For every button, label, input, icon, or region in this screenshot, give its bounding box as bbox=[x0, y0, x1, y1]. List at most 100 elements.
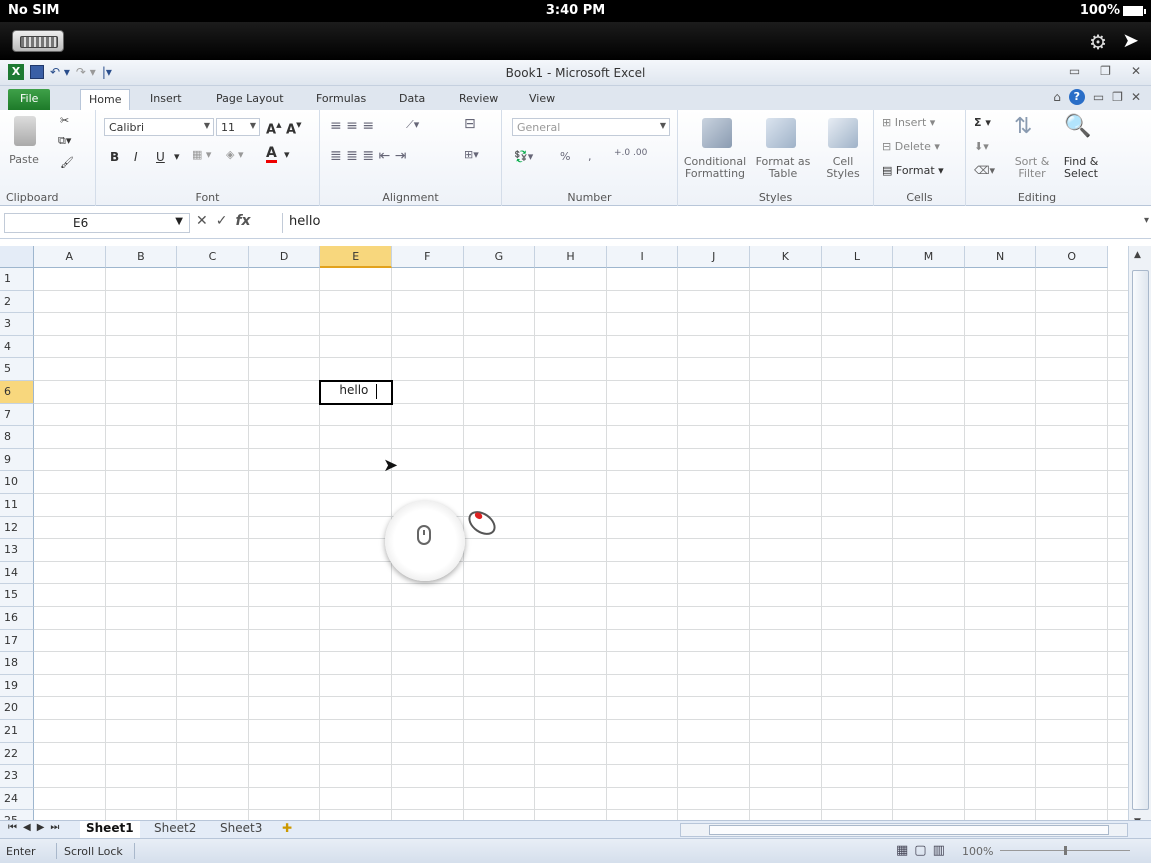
column-header-f[interactable]: F bbox=[392, 246, 464, 268]
tab-file[interactable]: File bbox=[8, 89, 51, 110]
zoom-level[interactable]: 100% bbox=[962, 845, 993, 858]
zoom-slider-knob[interactable] bbox=[1064, 846, 1067, 855]
new-sheet-icon[interactable]: ✚ bbox=[276, 821, 298, 838]
row-header-8[interactable]: 8 bbox=[0, 426, 34, 449]
tab-home[interactable]: Home bbox=[80, 89, 131, 110]
column-header-a[interactable]: A bbox=[34, 246, 106, 268]
borders-icon[interactable]: ▦ ▾ bbox=[192, 148, 211, 161]
confirm-entry-icon[interactable]: ✓ bbox=[216, 213, 228, 229]
align-left-icon[interactable]: ≣ ≣ ≣ ⇤ ⇥ bbox=[330, 148, 406, 164]
scroll-up-icon[interactable]: ▲ bbox=[1134, 250, 1141, 260]
cut-icon[interactable]: ✂ bbox=[60, 114, 69, 127]
horizontal-scrollbar[interactable] bbox=[680, 823, 1128, 837]
vertical-scrollbar[interactable]: ▲ ▼ bbox=[1128, 246, 1151, 831]
conditional-formatting-icon[interactable] bbox=[702, 118, 732, 148]
doc-minimize-icon[interactable]: ▭ bbox=[1093, 90, 1104, 104]
comma-button[interactable]: , bbox=[588, 150, 592, 163]
help-icon[interactable]: ? bbox=[1068, 89, 1085, 105]
wrap-text-icon[interactable]: ⊟ bbox=[464, 116, 476, 132]
row-header-13[interactable]: 13 bbox=[0, 539, 34, 562]
row-header-4[interactable]: 4 bbox=[0, 335, 34, 359]
row-header-18[interactable]: 18 bbox=[0, 652, 34, 675]
settings-gear-icon[interactable]: ⚙ bbox=[1089, 30, 1107, 54]
column-header-i[interactable]: I bbox=[606, 246, 679, 268]
row-header-7[interactable]: 7 bbox=[0, 403, 34, 427]
doc-close-icon[interactable]: ✕ bbox=[1131, 90, 1141, 104]
row-header-17[interactable]: 17 bbox=[0, 629, 34, 653]
column-header-g[interactable]: G bbox=[463, 246, 536, 268]
row-header-15[interactable]: 15 bbox=[0, 584, 34, 607]
column-header-h[interactable]: H bbox=[535, 246, 607, 268]
clear-icon[interactable]: ⌫▾ bbox=[974, 164, 995, 177]
row-header-23[interactable]: 23 bbox=[0, 765, 34, 788]
paste-button[interactable]: Paste bbox=[6, 154, 42, 166]
row-header-6[interactable]: 6 bbox=[0, 381, 34, 404]
row-header-1[interactable]: 1 bbox=[0, 268, 34, 291]
delete-cells-button[interactable]: ⊟ Delete ▾ bbox=[882, 140, 940, 153]
sheet-nav-arrows-icon[interactable]: ⏮◀▶⏭ bbox=[8, 822, 65, 833]
row-header-19[interactable]: 19 bbox=[0, 674, 34, 698]
orientation-icon[interactable]: ⟋▾ bbox=[406, 118, 419, 132]
font-color-icon[interactable]: A bbox=[266, 146, 277, 163]
accounting-format-icon[interactable]: 💱▾ bbox=[514, 150, 533, 163]
conditional-formatting-button[interactable]: Conditional Formatting bbox=[680, 156, 750, 180]
cell-styles-icon[interactable] bbox=[828, 118, 858, 148]
fill-icon[interactable]: ⬇▾ bbox=[974, 140, 989, 153]
column-header-d[interactable]: D bbox=[248, 246, 321, 268]
find-select-button[interactable]: Find & Select bbox=[1056, 156, 1106, 180]
row-header-10[interactable]: 10 bbox=[0, 471, 34, 494]
name-box-dropdown-icon[interactable]: ▼ bbox=[175, 216, 183, 227]
format-as-table-button[interactable]: Format as Table bbox=[748, 156, 818, 180]
column-header-j[interactable]: J bbox=[678, 246, 750, 268]
row-header-9[interactable]: 9 bbox=[0, 448, 34, 472]
column-header-b[interactable]: B bbox=[105, 246, 178, 268]
sheet-tab-sheet1[interactable]: Sheet1 bbox=[80, 821, 140, 838]
column-header-c[interactable]: C bbox=[177, 246, 249, 268]
tab-formulas[interactable]: Formulas bbox=[308, 89, 374, 110]
tab-view[interactable]: View bbox=[521, 89, 563, 110]
tab-page-layout[interactable]: Page Layout bbox=[208, 89, 292, 110]
find-select-icon[interactable]: 🔍 bbox=[1064, 114, 1091, 139]
row-header-5[interactable]: 5 bbox=[0, 358, 34, 381]
column-header-n[interactable]: N bbox=[964, 246, 1037, 268]
font-color-dropdown-icon[interactable]: ▾ bbox=[284, 148, 290, 161]
page-layout-view-icon[interactable]: ▢ bbox=[914, 843, 926, 858]
underline-dropdown-icon[interactable]: ▾ bbox=[174, 150, 180, 163]
row-header-2[interactable]: 2 bbox=[0, 290, 34, 314]
merge-center-icon[interactable]: ⊞▾ bbox=[464, 148, 479, 161]
row-header-24[interactable]: 24 bbox=[0, 787, 34, 811]
active-cell-e6[interactable]: hello bbox=[319, 380, 393, 405]
row-header-14[interactable]: 14 bbox=[0, 561, 34, 585]
percent-button[interactable]: % bbox=[560, 150, 570, 163]
touch-mouse-control[interactable] bbox=[385, 501, 465, 581]
column-header-l[interactable]: L bbox=[821, 246, 894, 268]
align-top-icon[interactable]: ≡ ≡ ≡ bbox=[330, 118, 374, 134]
format-as-table-icon[interactable] bbox=[766, 118, 796, 148]
formula-input[interactable]: hello bbox=[282, 213, 1142, 233]
sheet-tab-sheet3[interactable]: Sheet3 bbox=[214, 821, 268, 838]
tab-data[interactable]: Data bbox=[391, 89, 433, 110]
insert-cells-button[interactable]: ⊞ Insert ▾ bbox=[882, 116, 935, 129]
column-header-o[interactable]: O bbox=[1036, 246, 1108, 268]
bold-button[interactable]: B bbox=[110, 150, 119, 164]
tab-review[interactable]: Review bbox=[451, 89, 506, 110]
decimal-increase-icon[interactable]: +.0 .00 bbox=[614, 148, 647, 158]
row-header-16[interactable]: 16 bbox=[0, 607, 34, 630]
worksheet-grid[interactable]: A B C D E F G H I J K L M N O 1 2 3 4 5 6 7 8 9 10 11 12 13 14 15 16 17… bbox=[0, 246, 1128, 832]
autosum-icon[interactable]: Σ ▾ bbox=[974, 116, 991, 129]
font-size-combo[interactable]: 11 ▼ bbox=[216, 118, 260, 136]
cell-styles-button[interactable]: Cell Styles bbox=[818, 156, 868, 180]
row-header-21[interactable]: 21 bbox=[0, 720, 34, 743]
keyboard-icon[interactable] bbox=[12, 30, 64, 52]
format-painter-icon[interactable]: 🖌 bbox=[60, 156, 74, 169]
horizontal-scroll-thumb[interactable] bbox=[709, 825, 1109, 835]
row-header-12[interactable]: 12 bbox=[0, 516, 34, 540]
name-box[interactable]: E6 ▼ bbox=[4, 213, 190, 233]
pointer-mode-icon[interactable]: ➤ bbox=[1122, 28, 1139, 52]
column-header-e[interactable]: E bbox=[320, 246, 392, 268]
sort-filter-icon[interactable]: ⇅ bbox=[1014, 114, 1032, 139]
tab-insert[interactable]: Insert bbox=[142, 89, 190, 110]
minimize-icon[interactable]: ▭ bbox=[1069, 64, 1080, 78]
font-name-combo[interactable]: Calibri ▼ bbox=[104, 118, 214, 136]
number-format-combo[interactable]: General ▼ bbox=[512, 118, 670, 136]
